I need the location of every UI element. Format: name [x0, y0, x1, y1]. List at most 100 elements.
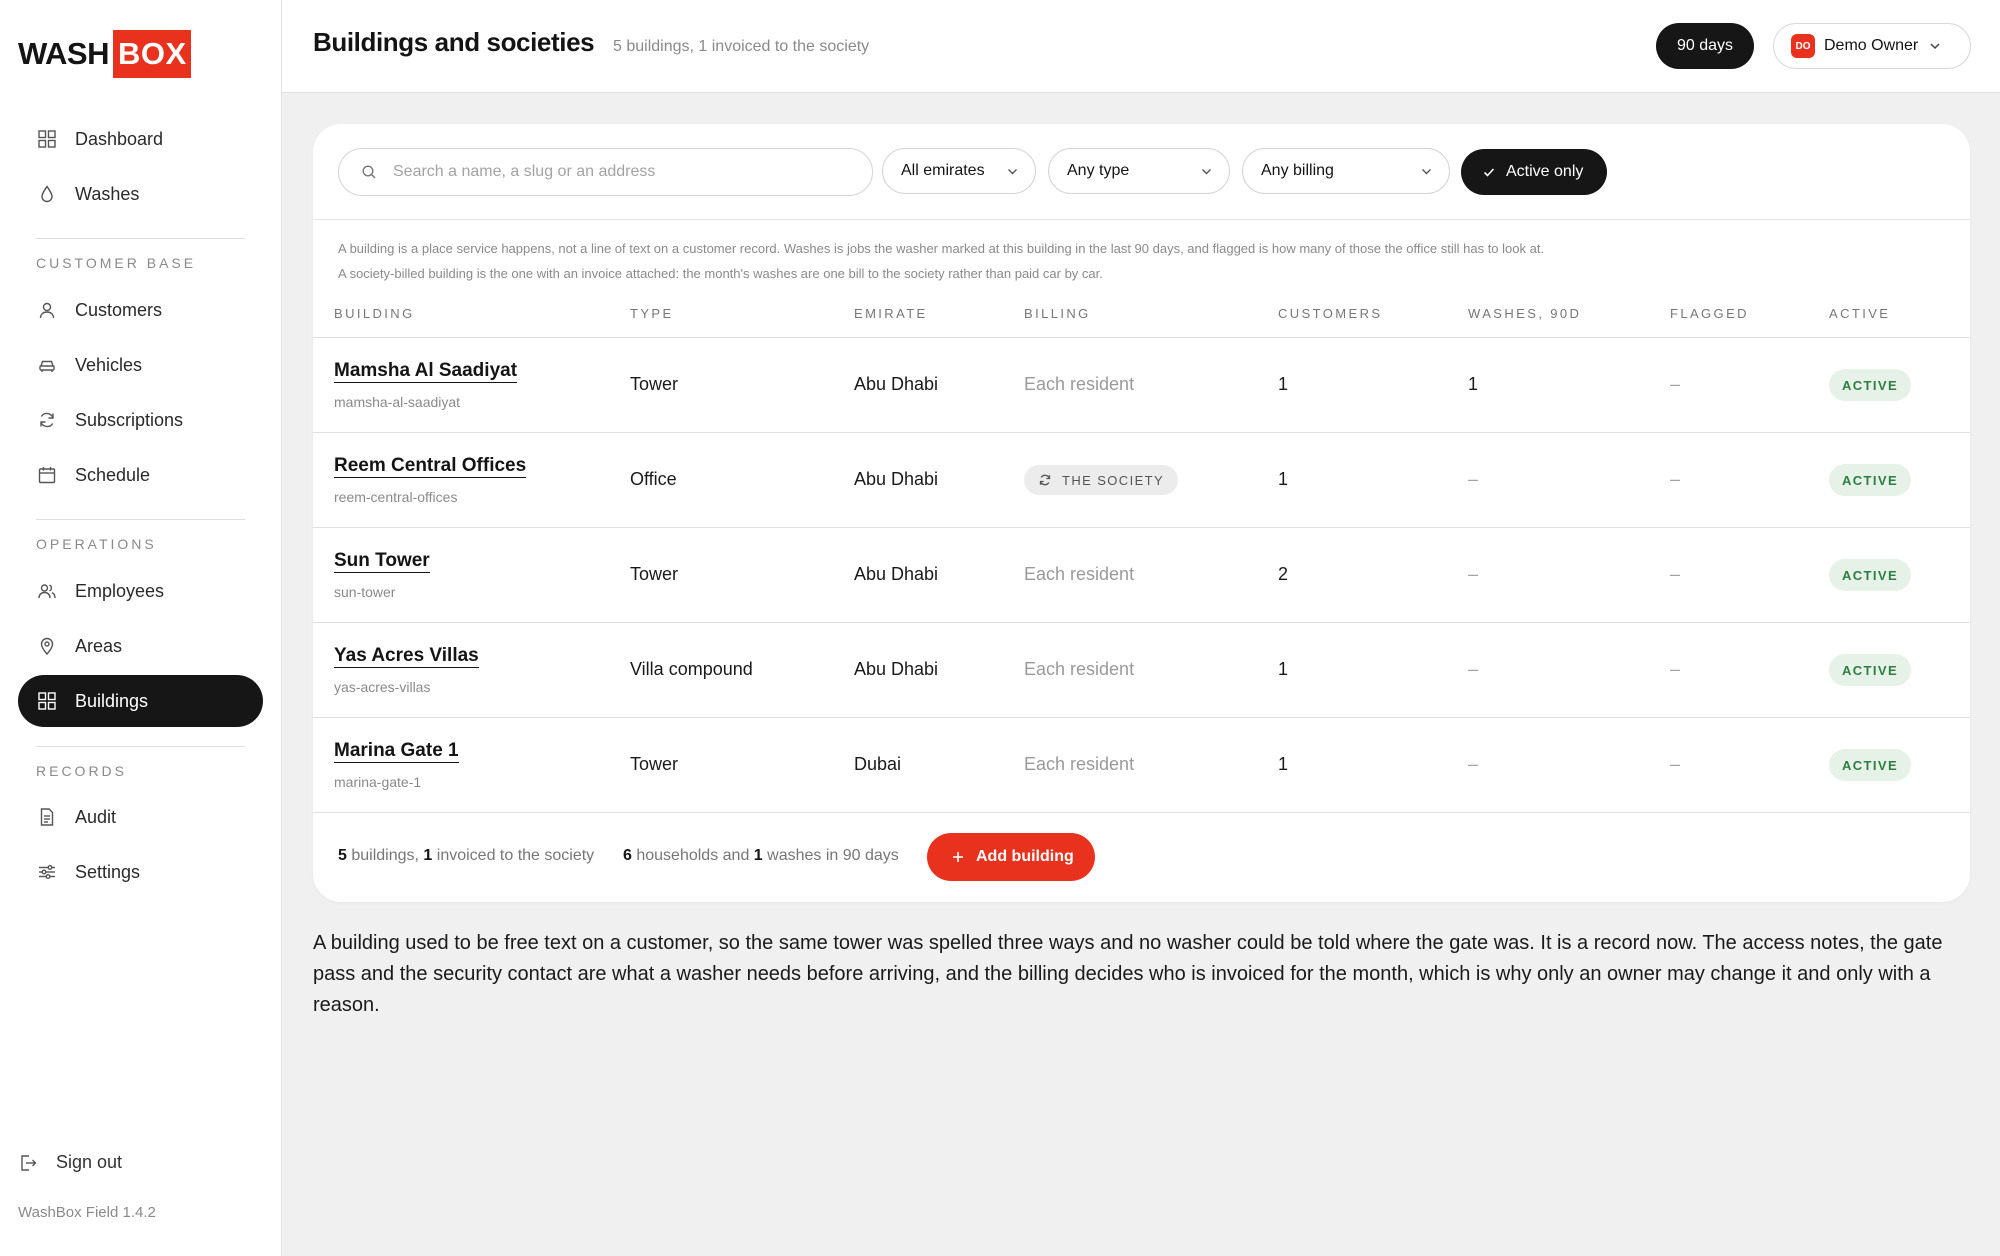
building-name-link[interactable]: Marina Gate 1 — [334, 740, 459, 763]
sidebar-item-customers[interactable]: Customers — [18, 284, 263, 336]
sidebar-item-label: Customers — [75, 299, 163, 320]
column-header-type[interactable]: TYPE — [630, 306, 674, 321]
column-header-active[interactable]: ACTIVE — [1829, 306, 1890, 321]
billing-filter-value: Any billing — [1261, 162, 1334, 179]
sidebar-item-areas[interactable]: Areas — [18, 620, 263, 672]
status-badge: ACTIVE — [1829, 654, 1911, 686]
grid-icon — [37, 129, 57, 149]
building-customers: 1 — [1278, 374, 1289, 394]
chevron-down-icon — [1928, 39, 1942, 53]
help-note: A society-billed building is the one wit… — [338, 266, 1103, 281]
building-slug: reem-central-offices — [334, 489, 458, 505]
sign-out-button[interactable]: Sign out — [18, 1152, 122, 1173]
sidebar-item-vehicles[interactable]: Vehicles — [18, 339, 263, 391]
logo[interactable]: WASH BOX — [18, 30, 191, 78]
column-header-flagged[interactable]: FLAGGED — [1670, 306, 1749, 321]
column-header-customers[interactable]: CUSTOMERS — [1278, 306, 1382, 321]
page-title: Buildings and societies — [313, 27, 595, 57]
building-emirate: Abu Dhabi — [854, 659, 939, 679]
building-billing: Each resident — [1024, 754, 1135, 774]
search-icon — [361, 164, 377, 180]
sidebar-item-dashboard[interactable]: Dashboard — [18, 113, 263, 165]
column-header-washes[interactable]: WASHES, 90D — [1468, 306, 1581, 321]
car-icon — [37, 355, 57, 375]
plus-icon — [952, 851, 964, 863]
building-emirate: Dubai — [854, 754, 902, 774]
building-emirate: Abu Dhabi — [854, 374, 939, 394]
sidebar-item-buildings[interactable]: Buildings — [18, 675, 263, 727]
column-header-billing[interactable]: BILLING — [1024, 306, 1091, 321]
sidebar-item-label: Buildings — [75, 690, 149, 711]
active-only-label: Active only — [1506, 163, 1584, 180]
section-operations: OPERATIONS — [36, 536, 157, 552]
sidebar-item-label: Employees — [75, 580, 165, 601]
add-building-label: Add building — [976, 848, 1074, 865]
building-type: Tower — [630, 564, 679, 584]
society-billing-label: THE SOCIETY — [1062, 472, 1165, 488]
sidebar-item-label: Areas — [75, 635, 123, 656]
table-row[interactable]: Sun Tower sun-tower Tower Abu Dhabi Each… — [313, 528, 1970, 623]
column-header-emirate[interactable]: EMIRATE — [854, 306, 928, 321]
buildings-count: 5 — [338, 847, 347, 864]
section-records: RECORDS — [36, 763, 128, 779]
refresh-icon — [37, 410, 57, 430]
column-header-building[interactable]: BUILDING — [334, 306, 415, 321]
invoiced-count: 1 — [423, 847, 433, 864]
calendar-icon — [37, 465, 57, 485]
table-row[interactable]: Yas Acres Villas yas-acres-villas Villa … — [313, 623, 1970, 718]
building-name-link[interactable]: Mamsha Al Saadiyat — [334, 360, 518, 383]
building-billing: Each resident — [1024, 564, 1135, 584]
building-washes: – — [1468, 754, 1479, 774]
building-customers: 1 — [1278, 754, 1289, 774]
section-customer-base: CUSTOMER BASE — [36, 255, 197, 271]
drop-icon — [37, 184, 57, 204]
building-flagged: – — [1670, 659, 1681, 679]
grid-icon — [37, 691, 57, 711]
sidebar-item-employees[interactable]: Employees — [18, 565, 263, 617]
refresh-icon — [1038, 473, 1052, 487]
help-note: A building is a place service happens, n… — [338, 241, 1545, 256]
status-badge: ACTIVE — [1829, 369, 1911, 401]
sign-out-label: Sign out — [56, 1152, 123, 1172]
washes-count: 1 — [753, 847, 763, 864]
table-row[interactable]: Reem Central Offices reem-central-office… — [313, 433, 1970, 528]
table-row[interactable]: Mamsha Al Saadiyat mamsha-al-saadiyat To… — [313, 338, 1970, 433]
building-type: Villa compound — [630, 659, 753, 679]
emirate-filter-select[interactable]: All emirates — [882, 148, 1036, 194]
building-name-link[interactable]: Sun Tower — [334, 550, 430, 573]
building-washes: – — [1468, 659, 1479, 679]
search-field[interactable] — [338, 148, 873, 196]
sidebar-item-audit[interactable]: Audit — [18, 791, 263, 843]
households-count: 6 — [623, 847, 632, 864]
sidebar-item-settings[interactable]: Settings — [18, 846, 263, 898]
explanation-paragraph: A building used to be free text on a cus… — [313, 932, 1943, 1016]
type-filter-select[interactable]: Any type — [1048, 148, 1230, 194]
check-icon — [1482, 165, 1496, 179]
search-input[interactable] — [393, 163, 853, 181]
summary-text: buildings, — [346, 847, 424, 864]
building-type: Office — [630, 469, 677, 489]
account-menu-button[interactable]: DO Demo Owner — [1773, 23, 1971, 69]
table-row[interactable]: Marina Gate 1 marina-gate-1 Tower Dubai … — [313, 718, 1970, 813]
building-slug: mamsha-al-saadiyat — [334, 394, 461, 410]
add-building-button[interactable]: Add building — [927, 833, 1095, 881]
building-name-link[interactable]: Reem Central Offices — [334, 455, 527, 478]
building-name-link[interactable]: Yas Acres Villas — [334, 645, 479, 668]
billing-filter-select[interactable]: Any billing — [1242, 148, 1450, 194]
sidebar-item-washes[interactable]: Washes — [18, 168, 263, 220]
active-only-toggle[interactable]: Active only — [1461, 149, 1607, 195]
summary-text: washes in 90 days — [762, 847, 899, 864]
sidebar-item-subscriptions[interactable]: Subscriptions — [18, 394, 263, 446]
chevron-down-icon — [1420, 165, 1433, 178]
sidebar-item-label: Settings — [75, 861, 141, 882]
sidebar-item-label: Audit — [75, 806, 117, 827]
building-customers: 1 — [1278, 469, 1289, 489]
type-filter-value: Any type — [1067, 162, 1130, 179]
buildings-card: All emirates Any type Any billing Active… — [313, 124, 1970, 902]
sidebar-item-schedule[interactable]: Schedule — [18, 449, 263, 501]
logo-box-text: BOX — [113, 30, 191, 78]
period-selector-button[interactable]: 90 days — [1656, 23, 1754, 69]
buildings-summary: 5 buildings, 1 invoiced to the society — [338, 847, 594, 865]
building-slug: sun-tower — [334, 584, 396, 600]
document-icon — [37, 807, 57, 827]
